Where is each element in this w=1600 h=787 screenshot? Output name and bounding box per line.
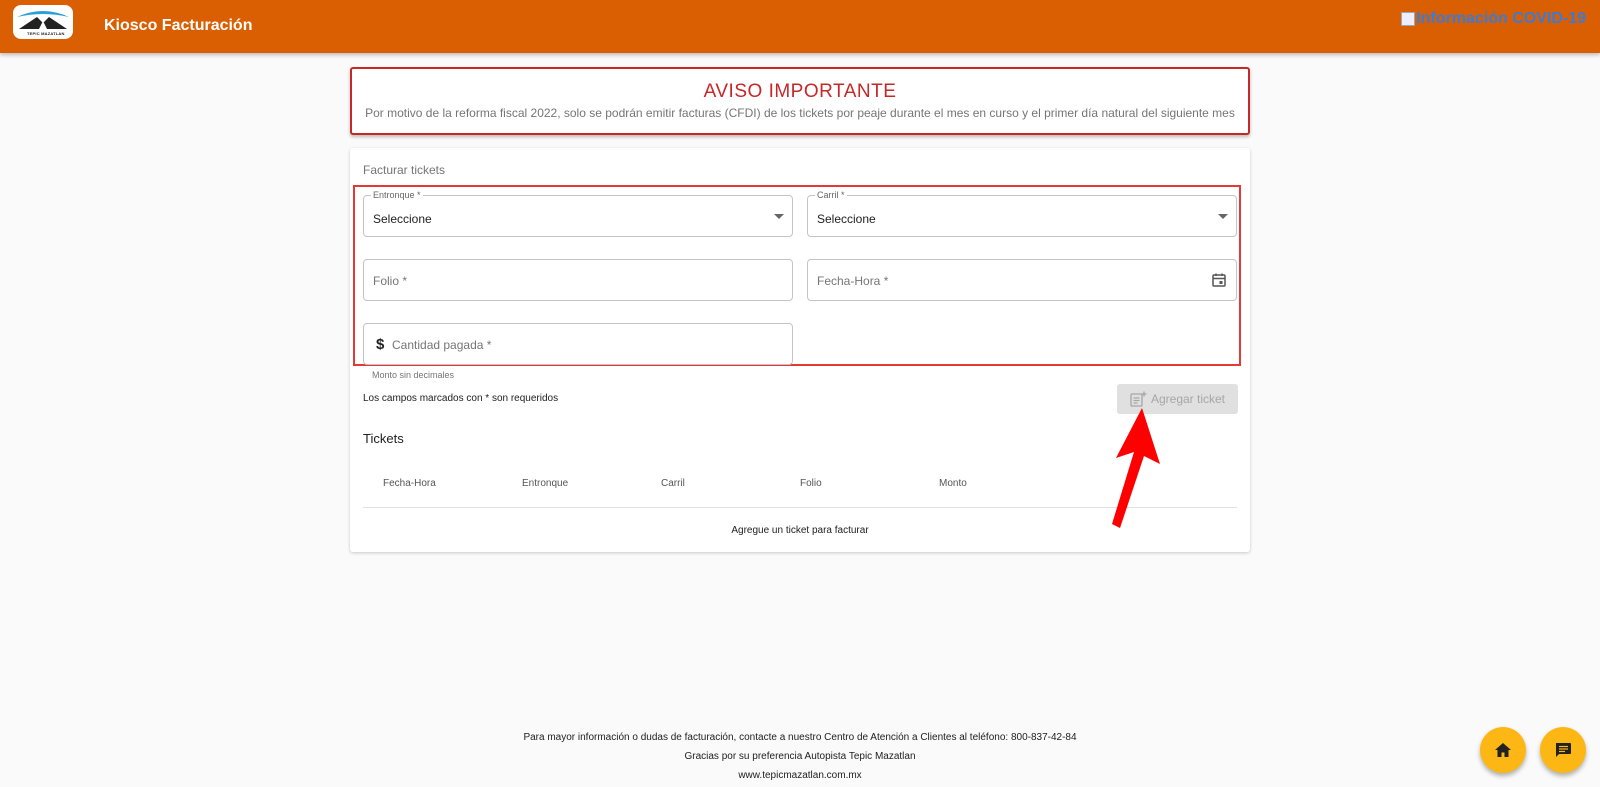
covid-info-text: Información COVID-19	[1416, 10, 1586, 27]
annotation-arrow-icon	[1112, 408, 1160, 528]
notice-title: AVISO IMPORTANTE	[703, 81, 897, 102]
footer-website[interactable]: www.tepicmazatlan.com.mx	[0, 770, 1600, 781]
home-fab-button[interactable]	[1480, 727, 1526, 773]
chat-fab-button[interactable]	[1540, 727, 1586, 773]
dollar-icon: $	[376, 336, 385, 353]
dropdown-arrow-icon	[1218, 214, 1228, 219]
column-header-entronque[interactable]: Entronque	[522, 478, 568, 489]
notice-text: Por motivo de la reforma fiscal 2022, so…	[365, 106, 1235, 120]
add-list-icon	[1130, 391, 1147, 407]
card-title: Facturar tickets	[363, 163, 446, 177]
fecha-hora-input[interactable]: Fecha-Hora *	[807, 259, 1237, 301]
footer-contact: Para mayor información o dudas de factur…	[523, 732, 1077, 743]
cantidad-helper-text: Monto sin decimales	[372, 370, 455, 380]
footer-thanks: Gracias por su preferencia Autopista Tep…	[684, 751, 916, 762]
column-header-folio[interactable]: Folio	[800, 478, 822, 489]
column-header-carril[interactable]: Carril	[661, 478, 685, 489]
entronque-select[interactable]: Entronque * Seleccione	[363, 190, 793, 237]
tepic-mazatlan-logo[interactable]: TEPIC MAZATLAN	[13, 5, 73, 39]
app-title: Kiosco Facturación	[104, 17, 253, 34]
entronque-value: Seleccione	[373, 212, 432, 226]
top-app-bar: TEPIC MAZATLAN Kiosco Facturación Inform…	[0, 0, 1600, 53]
carril-select[interactable]: Carril * Seleccione	[807, 190, 1237, 237]
important-notice: AVISO IMPORTANTE Por motivo de la reform…	[350, 67, 1250, 135]
column-header-fecha-hora[interactable]: Fecha-Hora	[383, 478, 436, 489]
entronque-label: Entronque *	[371, 190, 423, 200]
dropdown-arrow-icon	[774, 214, 784, 219]
calendar-icon[interactable]	[1211, 272, 1227, 293]
cantidad-pagada-input[interactable]: $ Cantidad pagada *	[363, 323, 793, 365]
folio-placeholder: Folio *	[373, 274, 408, 288]
chat-icon	[1556, 743, 1571, 757]
broken-image-icon	[1401, 12, 1416, 26]
covid-info-link[interactable]: Información COVID-19	[1401, 10, 1586, 28]
folio-input[interactable]: Folio *	[363, 259, 793, 301]
add-ticket-label: Agregar ticket	[1150, 392, 1226, 406]
home-icon	[1495, 743, 1511, 757]
carril-value: Seleccione	[817, 212, 876, 226]
carril-label: Carril *	[815, 190, 847, 200]
fecha-hora-placeholder: Fecha-Hora *	[817, 274, 889, 288]
column-header-monto[interactable]: Monto	[939, 478, 967, 489]
required-fields-note: Los campos marcados con * son requeridos	[363, 393, 559, 404]
logo-text: TEPIC MAZATLAN	[27, 31, 65, 36]
tickets-section-title: Tickets	[363, 431, 404, 446]
cantidad-placeholder: Cantidad pagada *	[392, 338, 492, 352]
